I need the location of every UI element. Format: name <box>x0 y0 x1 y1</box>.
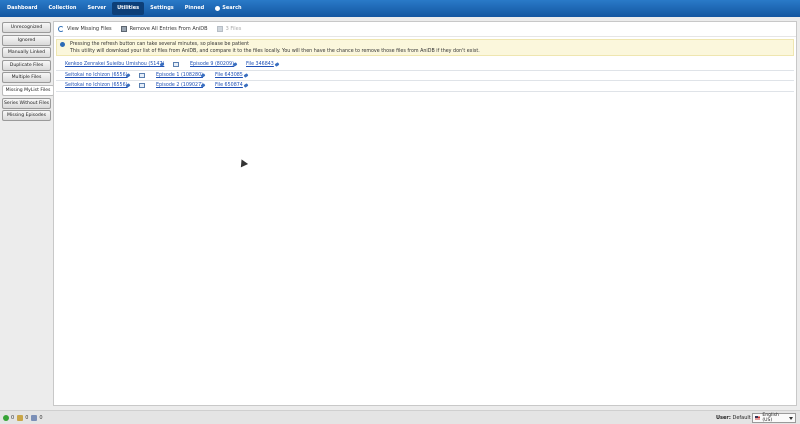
files-icon <box>216 26 223 32</box>
remove-all-entries-button[interactable]: Remove All Entries From AniDB <box>120 26 214 32</box>
user-value: Default <box>732 414 751 421</box>
utilities-sidebar: Unrecognized Ignored Manually Linked Dup… <box>2 22 54 123</box>
nav-label: Utilities <box>117 5 140 11</box>
file-link[interactable]: File 643085 <box>215 73 243 78</box>
info-line-1: Pressing the refresh button can take sev… <box>70 42 250 47</box>
sidebar-item-missing-episodes[interactable]: Missing Episodes <box>2 110 51 122</box>
search-icon <box>215 6 221 11</box>
info-message: Pressing the refresh button can take sev… <box>56 39 794 56</box>
link-icon[interactable] <box>232 62 238 68</box>
nav-label: Search <box>222 5 242 11</box>
nav-dashboard[interactable]: Dashboard <box>2 2 43 15</box>
current-user: User: Default <box>716 415 751 421</box>
link-icon[interactable] <box>200 83 206 89</box>
top-navigation-bar: Dashboard Collection Server Utilities Se… <box>0 0 800 17</box>
files-count: 3 Files <box>216 26 248 32</box>
language-select[interactable]: English (US) <box>752 413 796 423</box>
main-panel: View Missing Files Remove All Entries Fr… <box>53 21 797 406</box>
nav-label: Server <box>87 5 107 11</box>
document-icon[interactable] <box>139 72 145 78</box>
nav-search[interactable]: Search <box>210 2 246 15</box>
refresh-icon <box>58 26 64 32</box>
list-item: Seitokai no Ichizon (6556) Episode 2 (10… <box>56 81 794 92</box>
remove-all-label: Remove All Entries From AniDB <box>129 26 208 32</box>
document-icon[interactable] <box>139 83 145 89</box>
nav-utilities[interactable]: Utilities <box>112 2 145 15</box>
view-missing-files-button[interactable]: View Missing Files <box>58 26 118 32</box>
link-icon[interactable] <box>200 72 206 78</box>
sidebar-item-unrecognized[interactable]: Unrecognized <box>2 22 51 33</box>
us-flag-icon <box>755 416 761 420</box>
nav-collection[interactable]: Collection <box>44 2 82 15</box>
nav-pinned[interactable]: Pinned <box>180 2 209 15</box>
queue-images-count: 0 <box>39 414 43 421</box>
info-icon <box>60 42 65 47</box>
series-link[interactable]: Kenkoo Zenrakei Suieibu Umishou (5147) <box>65 62 164 67</box>
file-link[interactable]: File 346843 <box>246 62 274 67</box>
nav-settings[interactable]: Settings <box>145 2 179 15</box>
nav-label: Collection <box>48 5 77 11</box>
sidebar-item-duplicate-files[interactable]: Duplicate Files <box>2 59 51 71</box>
sidebar-item-missing-mylist-files[interactable]: Missing MyList Files <box>2 84 54 96</box>
link-icon[interactable] <box>243 83 249 89</box>
episode-link[interactable]: Episode 2 (109027) <box>156 83 203 88</box>
queue-hash-status[interactable]: 0 <box>17 414 29 421</box>
missing-files-list: Kenkoo Zenrakei Suieibu Umishou (5147) E… <box>56 60 794 92</box>
nav-label: Dashboard <box>7 5 38 11</box>
series-link[interactable]: Seitokai no Ichizon (6556) <box>65 73 128 78</box>
nav-label: Settings <box>150 5 174 11</box>
list-item: Kenkoo Zenrakei Suieibu Umishou (5147) E… <box>56 60 794 71</box>
nav-label: Pinned <box>184 5 205 11</box>
episode-link[interactable]: Episode 9 (80209) <box>190 62 234 67</box>
chart-icon <box>31 414 38 421</box>
queue-images-status[interactable]: 0 <box>31 414 43 421</box>
link-icon[interactable] <box>274 62 280 68</box>
status-bar: 0 0 0 User: Default English (US) <box>0 410 800 424</box>
sidebar-item-ignored[interactable]: Ignored <box>2 34 51 46</box>
language-label: English (US) <box>762 413 779 423</box>
link-icon[interactable] <box>243 72 249 78</box>
list-item: Seitokai no Ichizon (6556) Episode 1 (10… <box>56 71 794 81</box>
play-icon <box>3 414 9 421</box>
link-icon[interactable] <box>125 72 131 78</box>
sidebar-item-series-without-files[interactable]: Series Without Files <box>2 97 51 109</box>
view-missing-files-label: View Missing Files <box>67 26 112 32</box>
sidebar-item-multiple-files[interactable]: Multiple Files <box>2 72 51 84</box>
document-icon[interactable] <box>173 62 179 68</box>
queue-general-status[interactable]: 0 <box>3 414 15 421</box>
link-icon[interactable] <box>125 83 131 89</box>
user-label: User: <box>716 414 731 421</box>
queue-general-count: 0 <box>11 414 15 421</box>
chevron-down-icon <box>789 416 793 420</box>
sidebar-item-manually-linked[interactable]: Manually Linked <box>2 47 51 59</box>
series-link[interactable]: Seitokai no Ichizon (6556) <box>65 83 128 88</box>
file-link[interactable]: File 650874 <box>215 83 243 88</box>
nav-server[interactable]: Server <box>83 2 112 15</box>
hash-queue-icon <box>17 414 24 421</box>
remove-icon <box>120 26 127 32</box>
info-line-2: This utility will download your list of … <box>70 49 480 54</box>
queue-hash-count: 0 <box>25 414 29 421</box>
episode-link[interactable]: Episode 1 (108280) <box>156 73 203 78</box>
files-count-label: 3 Files <box>225 26 242 32</box>
toolbar: View Missing Files Remove All Entries Fr… <box>54 22 796 37</box>
